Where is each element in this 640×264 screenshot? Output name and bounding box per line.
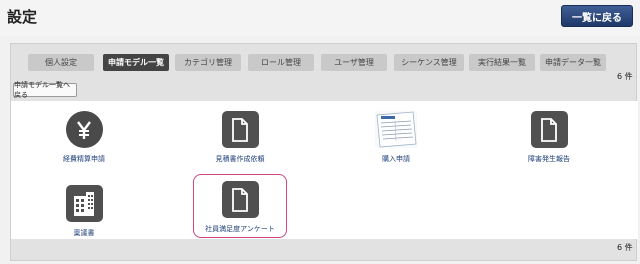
back-to-list-button[interactable]: 一覧に戻る [561, 5, 633, 27]
model-item-label: 経費精算申請 [63, 155, 105, 163]
settings-panel: 個人設定 申請モデル一覧 カテゴリ管理 ロール管理 ユーザ管理 シーケンス管理 … [10, 43, 638, 261]
item-count-bottom: 6 件 [617, 243, 633, 252]
tab-application-models[interactable]: 申請モデル一覧 [103, 54, 169, 71]
model-item-employee-survey[interactable]: 社員満足度アンケート [180, 181, 300, 234]
model-item-approval-request[interactable]: 稟議書 [24, 185, 144, 238]
model-grid: 経費精算申請 見積書作成依頼 購入申請 障害発生報告 稟議書 社員満足度アンケー… [11, 101, 638, 239]
model-item-label: 稟議書 [73, 229, 95, 237]
page-title: 設定 [7, 8, 38, 26]
model-item-label: 障害発生報告 [528, 155, 570, 163]
form-photo-icon [375, 111, 417, 148]
tab-application-data[interactable]: 申請データ一覧 [540, 54, 606, 71]
tab-category-management[interactable]: カテゴリ管理 [175, 54, 241, 71]
model-item-purchase[interactable]: 購入申請 [336, 111, 456, 164]
tab-role-management[interactable]: ロール管理 [248, 54, 314, 71]
item-count-top: 6 件 [617, 72, 633, 81]
document-icon [221, 111, 259, 148]
model-item-incident-report[interactable]: 障害発生報告 [489, 111, 609, 164]
model-item-label: 見積書作成依頼 [215, 155, 265, 163]
document-icon [221, 181, 259, 218]
document-icon [530, 111, 568, 148]
model-item-label: 購入申請 [382, 155, 410, 163]
model-item-label: 社員満足度アンケート [205, 225, 275, 233]
tab-sequence-management[interactable]: シーケンス管理 [394, 54, 464, 71]
back-to-model-list-button[interactable]: 申請モデル一覧へ戻る [13, 81, 77, 99]
tab-user-management[interactable]: ユーザ管理 [321, 54, 387, 71]
header-bar: 設定 一覧に戻る [0, 0, 640, 36]
tab-execution-results[interactable]: 実行結果一覧 [469, 54, 535, 71]
yen-icon [65, 111, 103, 148]
tab-personal-settings[interactable]: 個人設定 [28, 54, 94, 71]
model-item-expense[interactable]: 経費精算申請 [24, 111, 144, 164]
building-icon [65, 185, 103, 222]
model-item-quotation[interactable]: 見積書作成依頼 [180, 111, 300, 164]
